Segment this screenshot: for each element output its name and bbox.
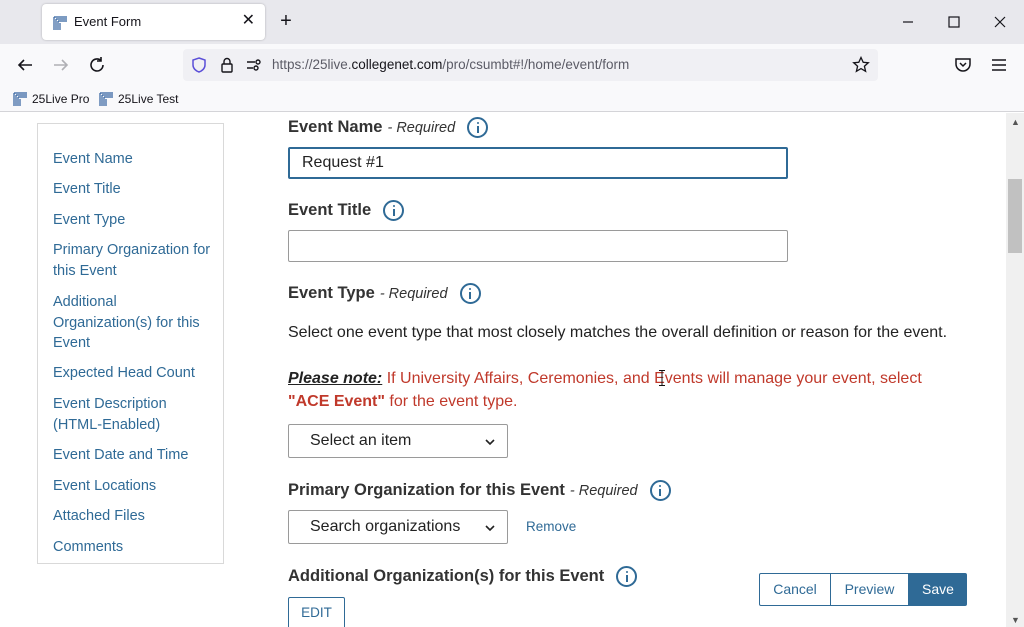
info-icon[interactable] <box>649 480 671 501</box>
event-type-select[interactable]: Select an item <box>288 424 508 458</box>
maximize-icon <box>948 16 960 28</box>
primary-org-select-value: Search organizations <box>310 518 461 535</box>
preview-button[interactable]: Preview <box>831 573 909 606</box>
sidebar-item-event-locations[interactable]: Event Locations <box>53 476 213 497</box>
pocket-button[interactable] <box>952 54 974 76</box>
new-tab-button[interactable]: + <box>276 11 296 31</box>
address-bar[interactable]: https://25live.collegenet.com/pro/csumbt… <box>183 49 878 81</box>
sidebar-item-comments[interactable]: Comments <box>53 537 213 558</box>
reload-icon <box>90 57 104 72</box>
bookmark-25live-test[interactable]: 25Live Test <box>98 90 179 108</box>
note-tail: for the event type. <box>384 393 518 410</box>
back-button[interactable] <box>14 54 36 76</box>
info-icon[interactable] <box>383 200 405 221</box>
scroll-down-arrow-icon[interactable]: ▼ <box>1011 615 1020 625</box>
event-type-note: Please note: If University Affairs, Cere… <box>288 367 948 413</box>
25live-favicon-icon <box>99 92 113 106</box>
bookmark-label: 25Live Test <box>118 92 179 106</box>
scroll-up-arrow-icon[interactable]: ▲ <box>1011 117 1020 127</box>
additional-org-title: Additional Organization(s) for this Even… <box>288 567 605 585</box>
sidebar-item-expected-head-count[interactable]: Expected Head Count <box>53 363 213 384</box>
event-type-description: Select one event type that most closely … <box>288 324 948 341</box>
forward-button[interactable] <box>50 54 72 76</box>
event-name-input[interactable] <box>288 147 788 179</box>
url-path: /pro/csumbt#!/home/event/form <box>442 57 630 72</box>
maximize-window-button[interactable] <box>944 12 964 32</box>
lock-icon[interactable] <box>218 56 236 74</box>
forward-arrow-icon <box>54 59 69 71</box>
close-window-button[interactable] <box>990 12 1010 32</box>
required-marker: - Required <box>387 119 456 136</box>
app-menu-button[interactable] <box>988 54 1010 76</box>
text-cursor-icon <box>659 370 665 386</box>
sidebar-item-event-date-time[interactable]: Event Date and Time <box>53 445 213 466</box>
sidebar-item-primary-organization[interactable]: Primary Organization for this Event <box>53 240 213 281</box>
remove-primary-org-link[interactable]: Remove <box>526 519 576 534</box>
bookmark-star-icon[interactable] <box>852 56 870 74</box>
edit-additional-orgs-button[interactable]: EDIT <box>288 597 345 627</box>
note-lead: Please note: <box>288 370 383 387</box>
info-icon[interactable] <box>459 283 481 304</box>
required-marker: - Required <box>379 285 448 302</box>
cancel-button[interactable]: Cancel <box>759 573 831 606</box>
url-host: collegenet.com <box>351 57 443 72</box>
event-title-label: Event Title <box>288 200 405 221</box>
event-form-page: Event Name Event Title Event Type Primar… <box>0 113 1006 627</box>
form-actions: Cancel Preview Save <box>759 573 967 606</box>
event-title-title: Event Title <box>288 201 372 219</box>
reload-button[interactable] <box>86 54 108 76</box>
25live-favicon-icon <box>13 92 27 106</box>
event-type-select-value: Select an item <box>310 432 412 449</box>
event-type-label: Event Type - Required <box>288 283 481 304</box>
note-text: If University Affairs, Ceremonies, and E… <box>382 370 922 387</box>
browser-tab-strip: Event Form ✕ + <box>0 0 1024 44</box>
bookmark-label: 25Live Pro <box>32 92 90 106</box>
primary-org-title: Primary Organization for this Event <box>288 481 565 499</box>
browser-navigation-bar: https://25live.collegenet.com/pro/csumbt… <box>0 44 1024 86</box>
shield-icon[interactable] <box>190 56 208 74</box>
event-name-title: Event Name <box>288 118 383 136</box>
url-prefix: https://25live. <box>272 57 352 72</box>
chevron-down-icon <box>485 525 495 532</box>
back-arrow-icon <box>17 59 32 71</box>
primary-org-label: Primary Organization for this Event - Re… <box>288 480 671 501</box>
scrollbar-thumb[interactable] <box>1008 179 1022 253</box>
minimize-icon <box>903 21 913 23</box>
bookmark-25live-pro[interactable]: 25Live Pro <box>12 90 89 108</box>
page-scrollbar[interactable]: ▲ ▼ <box>1006 113 1024 627</box>
sidebar-item-attached-files[interactable]: Attached Files <box>53 506 213 527</box>
url-text[interactable]: https://25live.collegenet.com/pro/csumbt… <box>272 57 629 72</box>
additional-org-label: Additional Organization(s) for this Even… <box>288 566 638 587</box>
bookmarks-toolbar: 25Live Pro 25Live Test <box>0 86 1024 112</box>
sidebar-item-event-name[interactable]: Event Name <box>53 149 213 170</box>
25live-favicon-icon <box>52 15 68 31</box>
info-icon[interactable] <box>616 566 638 587</box>
sidebar-item-event-title[interactable]: Event Title <box>53 179 213 200</box>
sidebar-item-event-description[interactable]: Event Description (HTML-Enabled) <box>53 394 213 435</box>
minimize-window-button[interactable] <box>898 12 918 32</box>
chevron-down-icon <box>485 439 495 446</box>
browser-tab[interactable]: Event Form ✕ <box>42 4 265 40</box>
site-permissions-icon[interactable] <box>245 56 263 74</box>
pocket-icon <box>955 58 971 72</box>
event-name-label: Event Name - Required <box>288 117 489 138</box>
form-section-nav: Event Name Event Title Event Type Primar… <box>37 123 224 564</box>
primary-org-select[interactable]: Search organizations <box>288 510 508 544</box>
event-type-title: Event Type <box>288 284 375 302</box>
tab-title: Event Form <box>74 14 142 29</box>
hamburger-menu-icon <box>992 59 1006 71</box>
close-tab-icon[interactable]: ✕ <box>242 13 255 29</box>
sidebar-item-additional-organizations[interactable]: Additional Organization(s) for this Even… <box>53 292 213 354</box>
event-title-input[interactable] <box>288 230 788 262</box>
save-button[interactable]: Save <box>909 573 967 606</box>
info-icon[interactable] <box>467 117 489 138</box>
required-marker: - Required <box>569 482 638 499</box>
close-icon <box>994 16 1006 28</box>
note-strong: "ACE Event" <box>288 393 385 410</box>
sidebar-item-event-type[interactable]: Event Type <box>53 210 213 231</box>
